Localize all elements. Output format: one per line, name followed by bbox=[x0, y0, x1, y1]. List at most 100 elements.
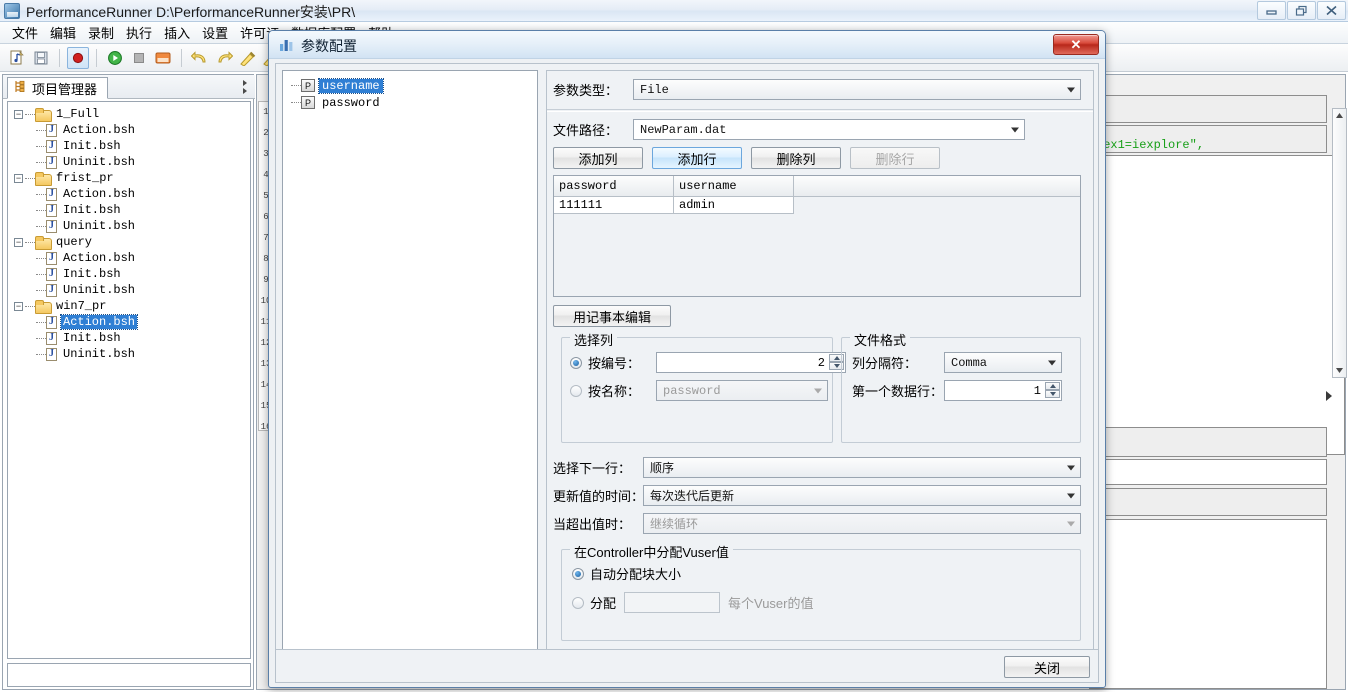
tree-file[interactable]: Uninit.bsh bbox=[14, 282, 250, 298]
tree-folder-query[interactable]: − query bbox=[14, 234, 250, 250]
expander-icon[interactable]: − bbox=[14, 238, 23, 247]
chevron-down-icon bbox=[1067, 465, 1075, 470]
delimiter-value: Comma bbox=[951, 356, 987, 370]
tree-file[interactable]: Action.bsh bbox=[14, 186, 250, 202]
toolbar-separator bbox=[59, 49, 60, 67]
table-column-header[interactable]: password bbox=[554, 176, 674, 197]
next-row-select[interactable]: 顺序 bbox=[643, 457, 1081, 478]
close-button[interactable] bbox=[1317, 1, 1346, 20]
parameter-list[interactable]: P username P password bbox=[282, 70, 538, 652]
bsh-file-icon bbox=[46, 188, 57, 201]
project-tree[interactable]: − 1_Full Action.bsh Init.bsh bbox=[7, 101, 251, 659]
app-titlebar: PerformanceRunner D:\PerformanceRunner安装… bbox=[0, 0, 1348, 22]
tree-file[interactable]: Init.bsh bbox=[14, 330, 250, 346]
restore-button[interactable] bbox=[1287, 1, 1316, 20]
record-icon[interactable] bbox=[67, 47, 89, 69]
next-row-row: 选择下一行： 顺序 bbox=[553, 457, 1087, 478]
save-icon[interactable] bbox=[30, 47, 52, 69]
by-name-radio[interactable] bbox=[570, 385, 582, 397]
tree-line bbox=[25, 114, 35, 115]
editor-pane-code[interactable] bbox=[1089, 155, 1345, 455]
update-time-select[interactable]: 每次迭代后更新 bbox=[643, 485, 1081, 506]
bsh-file-icon bbox=[46, 140, 57, 153]
new-script-icon[interactable] bbox=[6, 47, 28, 69]
pane-resize-arrow-icon[interactable] bbox=[1324, 390, 1334, 400]
first-data-row-spinner[interactable]: 1 bbox=[944, 380, 1062, 401]
chevron-down-icon bbox=[1067, 87, 1075, 92]
table-column-header[interactable]: username bbox=[674, 176, 794, 197]
tabstrip-scroll-arrows[interactable] bbox=[239, 77, 253, 97]
spinner-down-icon[interactable] bbox=[1045, 390, 1060, 398]
chevron-down-icon bbox=[1011, 127, 1019, 132]
auto-block-size-radio[interactable] bbox=[572, 568, 584, 580]
table-cell[interactable]: admin bbox=[674, 197, 794, 214]
manual-allocation-row[interactable]: 分配 每个Vuser的值 bbox=[572, 592, 814, 613]
parameter-item-password[interactable]: P password bbox=[291, 94, 533, 111]
parameter-list-items: P username P password bbox=[283, 71, 537, 111]
editor-vertical-scrollbar[interactable] bbox=[1332, 108, 1347, 378]
menu-run[interactable]: 执行 bbox=[120, 21, 158, 44]
editor-code-line: &ex1=iexplore", bbox=[1096, 138, 1204, 152]
parameter-item-username[interactable]: P username bbox=[291, 77, 533, 94]
manual-allocation-radio[interactable] bbox=[572, 597, 584, 609]
compile-icon[interactable] bbox=[152, 47, 174, 69]
expander-icon[interactable]: − bbox=[14, 302, 23, 311]
scroll-up-arrow-icon[interactable] bbox=[1334, 110, 1345, 121]
tree-file[interactable]: Uninit.bsh bbox=[14, 346, 250, 362]
parameter-data-table[interactable]: password username 111111 admin bbox=[553, 175, 1081, 297]
manual-allocation-input[interactable] bbox=[624, 592, 720, 613]
menu-edit[interactable]: 编辑 bbox=[44, 21, 82, 44]
tree-line bbox=[36, 210, 46, 211]
tree-label: Action.bsh bbox=[61, 251, 137, 265]
tree-file[interactable]: Uninit.bsh bbox=[14, 154, 250, 170]
file-path-select[interactable]: NewParam.dat bbox=[633, 119, 1025, 140]
redo-icon[interactable] bbox=[213, 47, 235, 69]
tree-label: query bbox=[54, 235, 94, 249]
edit-with-notepad-button[interactable]: 用记事本编辑 bbox=[553, 305, 671, 327]
auto-block-size-row[interactable]: 自动分配块大小 bbox=[572, 564, 681, 583]
table-action-buttons: 添加列 添加行 删除列 删除行 bbox=[553, 147, 940, 169]
table-row[interactable]: 111111 admin bbox=[554, 197, 1080, 214]
project-tabstrip: 项目管理器 bbox=[3, 75, 255, 99]
spinner-up-icon[interactable] bbox=[1045, 382, 1060, 390]
by-number-value: 2 bbox=[818, 356, 825, 370]
tree-file[interactable]: Init.bsh bbox=[14, 138, 250, 154]
delimiter-select[interactable]: Comma bbox=[944, 352, 1062, 373]
by-number-spinner[interactable]: 2 bbox=[656, 352, 846, 373]
scroll-down-arrow-icon[interactable] bbox=[1334, 365, 1345, 376]
minimize-button[interactable] bbox=[1257, 1, 1286, 20]
menu-record[interactable]: 录制 bbox=[82, 21, 120, 44]
tab-project-manager[interactable]: 项目管理器 bbox=[7, 77, 108, 99]
parameter-type-select[interactable]: File bbox=[633, 79, 1081, 100]
tree-file[interactable]: Uninit.bsh bbox=[14, 218, 250, 234]
project-tree-items: − 1_Full Action.bsh Init.bsh bbox=[8, 102, 250, 362]
dialog-close-action-button[interactable]: 关闭 bbox=[1004, 656, 1090, 678]
tree-file[interactable]: Init.bsh bbox=[14, 202, 250, 218]
table-cell[interactable]: 111111 bbox=[554, 197, 674, 214]
undo-icon[interactable] bbox=[189, 47, 211, 69]
by-number-radio[interactable] bbox=[570, 357, 582, 369]
add-row-button[interactable]: 添加行 bbox=[652, 147, 742, 169]
tree-file[interactable]: Init.bsh bbox=[14, 266, 250, 282]
wand-icon[interactable] bbox=[237, 47, 259, 69]
tree-folder-win7_pr[interactable]: − win7_pr bbox=[14, 298, 250, 314]
toolbar-separator-2 bbox=[96, 49, 97, 67]
menu-file[interactable]: 文件 bbox=[6, 21, 44, 44]
add-column-button[interactable]: 添加列 bbox=[553, 147, 643, 169]
expander-icon[interactable]: − bbox=[14, 110, 23, 119]
stop-icon[interactable] bbox=[128, 47, 150, 69]
tree-folder-1_Full[interactable]: − 1_Full bbox=[14, 106, 250, 122]
run-icon[interactable] bbox=[104, 47, 126, 69]
menu-settings[interactable]: 设置 bbox=[196, 21, 234, 44]
menu-insert[interactable]: 插入 bbox=[158, 21, 196, 44]
tree-file[interactable]: Action.bsh bbox=[14, 250, 250, 266]
delete-column-button[interactable]: 删除列 bbox=[751, 147, 841, 169]
dialog-close-button[interactable]: ✕ bbox=[1053, 34, 1099, 55]
tree-file-selected[interactable]: Action.bsh bbox=[14, 314, 250, 330]
tree-folder-frist_pr[interactable]: − frist_pr bbox=[14, 170, 250, 186]
tree-file[interactable]: Action.bsh bbox=[14, 122, 250, 138]
expander-icon[interactable]: − bbox=[14, 174, 23, 183]
parameter-type-label: 参数类型： bbox=[553, 80, 633, 99]
dialog-titlebar: 参数配置 ✕ bbox=[269, 31, 1105, 59]
out-of-values-row: 当超出值时： 继续循环 bbox=[553, 513, 1087, 534]
